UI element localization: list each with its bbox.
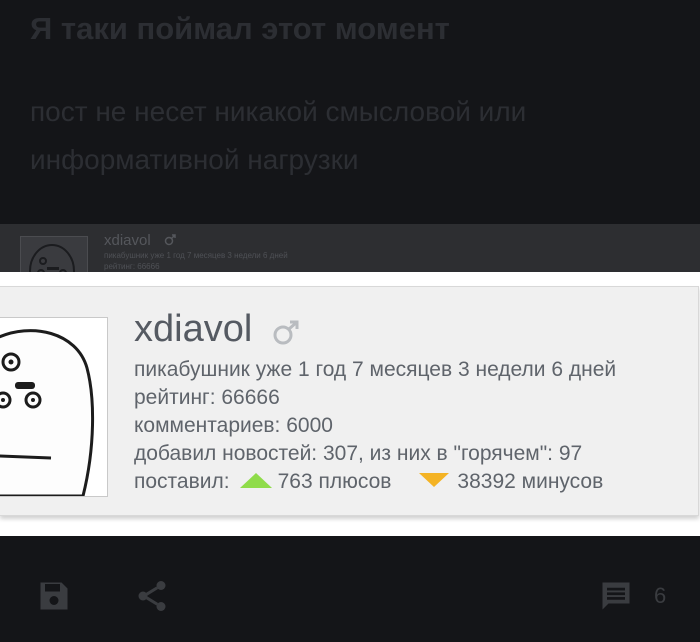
comment-icon[interactable] <box>598 578 634 614</box>
share-icon[interactable] <box>134 578 170 614</box>
post-title: Я таки поймал этот момент <box>30 11 450 46</box>
pluses-count: 763 плюсов <box>277 470 392 493</box>
profile-card-panel: xdiavol пикабушник уже 1 год 7 месяцев 3… <box>0 286 699 516</box>
thumbnail-male-symbol-icon <box>164 234 176 246</box>
post-image[interactable]: xdiavol пикабушник уже 1 год 7 месяцев 3… <box>0 224 700 536</box>
username: xdiavol <box>134 308 253 350</box>
thumbnail-member-since: пикабушник уже 1 год 7 месяцев 3 недели … <box>104 251 288 260</box>
comments-stat: комментариев: 6000 <box>134 414 333 437</box>
post-action-bar: 6 <box>0 560 700 632</box>
thumbnail-username: xdiavol <box>104 232 151 249</box>
profile-card: xdiavol пикабушник уже 1 год 7 месяцев 3… <box>0 272 700 536</box>
comments-count[interactable]: 6 <box>654 582 666 610</box>
minus-arrow-icon <box>419 473 450 488</box>
votes-stat: поставил: 763 плюсов 38392 минусов <box>134 469 603 495</box>
thumbnail-rating: рейтинг: 66666 <box>104 262 160 271</box>
plus-arrow-icon <box>239 472 272 488</box>
background-profile-thumbnail: xdiavol пикабушник уже 1 год 7 месяцев 3… <box>0 224 700 298</box>
news-stat: добавил новостей: 307, из них в "горячем… <box>134 442 583 465</box>
post-description: пост не несет никакой смысловой или инфо… <box>30 96 527 175</box>
minuses-count: 38392 минусов <box>457 470 604 493</box>
male-symbol-icon <box>273 320 299 345</box>
floppy-disk-icon[interactable] <box>36 578 72 614</box>
avatar <box>0 317 108 497</box>
troll-face-icon <box>0 329 95 496</box>
voted-label: поставил: <box>134 470 230 493</box>
rating: рейтинг: 66666 <box>134 386 280 409</box>
member-since: пикабушник уже 1 год 7 месяцев 3 недели … <box>134 358 617 381</box>
